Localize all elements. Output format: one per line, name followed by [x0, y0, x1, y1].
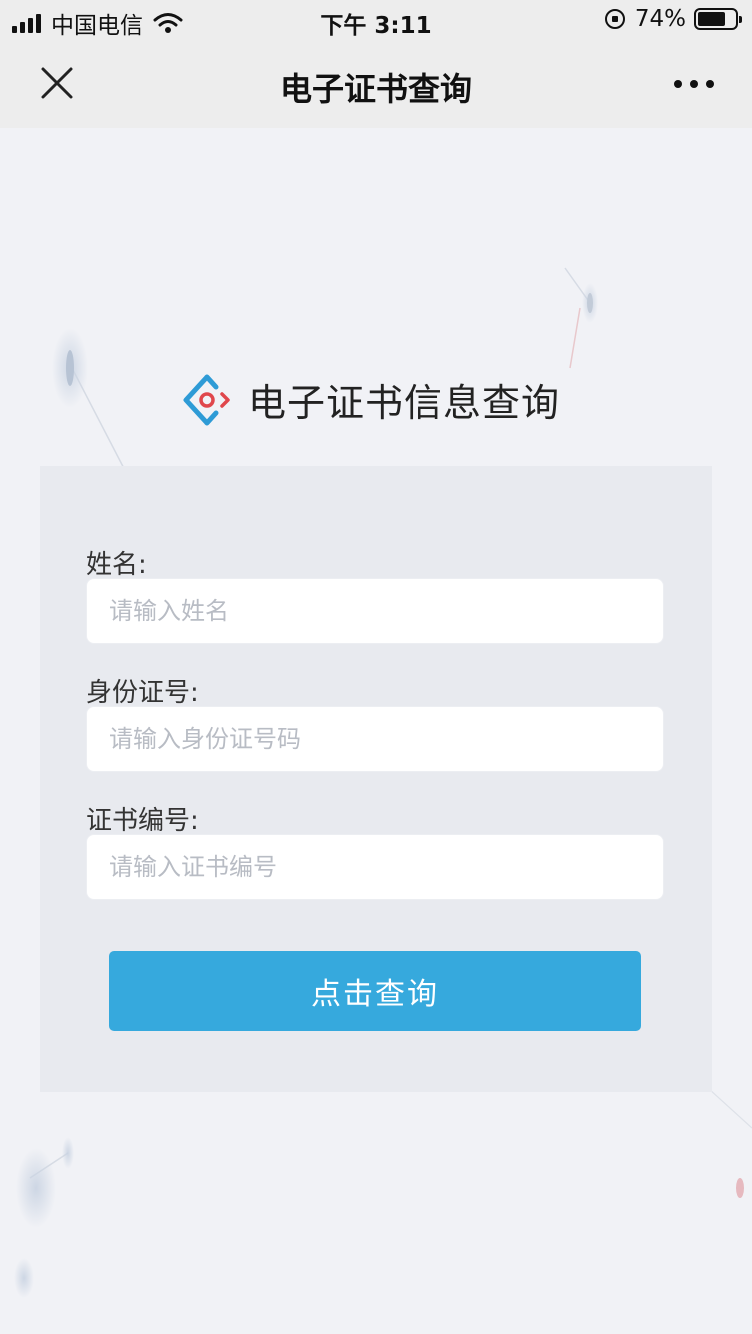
status-bar: 中国电信 下午 3:11 74% [0, 0, 752, 42]
page-title: 电子证书信息查询 [248, 381, 561, 425]
id-number-input[interactable] [86, 706, 664, 772]
navigation-bar: 电子证书查询 [0, 42, 752, 128]
page-header: 电子证书信息查询 [180, 372, 560, 427]
more-dots-icon[interactable] [674, 80, 714, 88]
certificate-logo-icon [183, 374, 230, 425]
rotation-lock-icon [604, 9, 625, 29]
query-button[interactable]: 点击查询 [109, 951, 641, 1031]
certificate-number-input[interactable] [86, 834, 664, 900]
battery-fill [698, 12, 725, 26]
certificate-number-label: 证书编号: [86, 806, 199, 836]
status-right: 74% [604, 6, 742, 32]
nav-title: 电子证书查询 [279, 70, 472, 108]
name-input[interactable] [86, 578, 664, 644]
query-form-card: 姓名: 身份证号: 证书编号: 点击查询 [40, 466, 712, 1092]
battery-percent: 74% [634, 6, 686, 32]
id-number-label: 身份证号: [86, 678, 199, 708]
name-label: 姓名: [86, 550, 147, 580]
battery-icon [694, 8, 742, 30]
